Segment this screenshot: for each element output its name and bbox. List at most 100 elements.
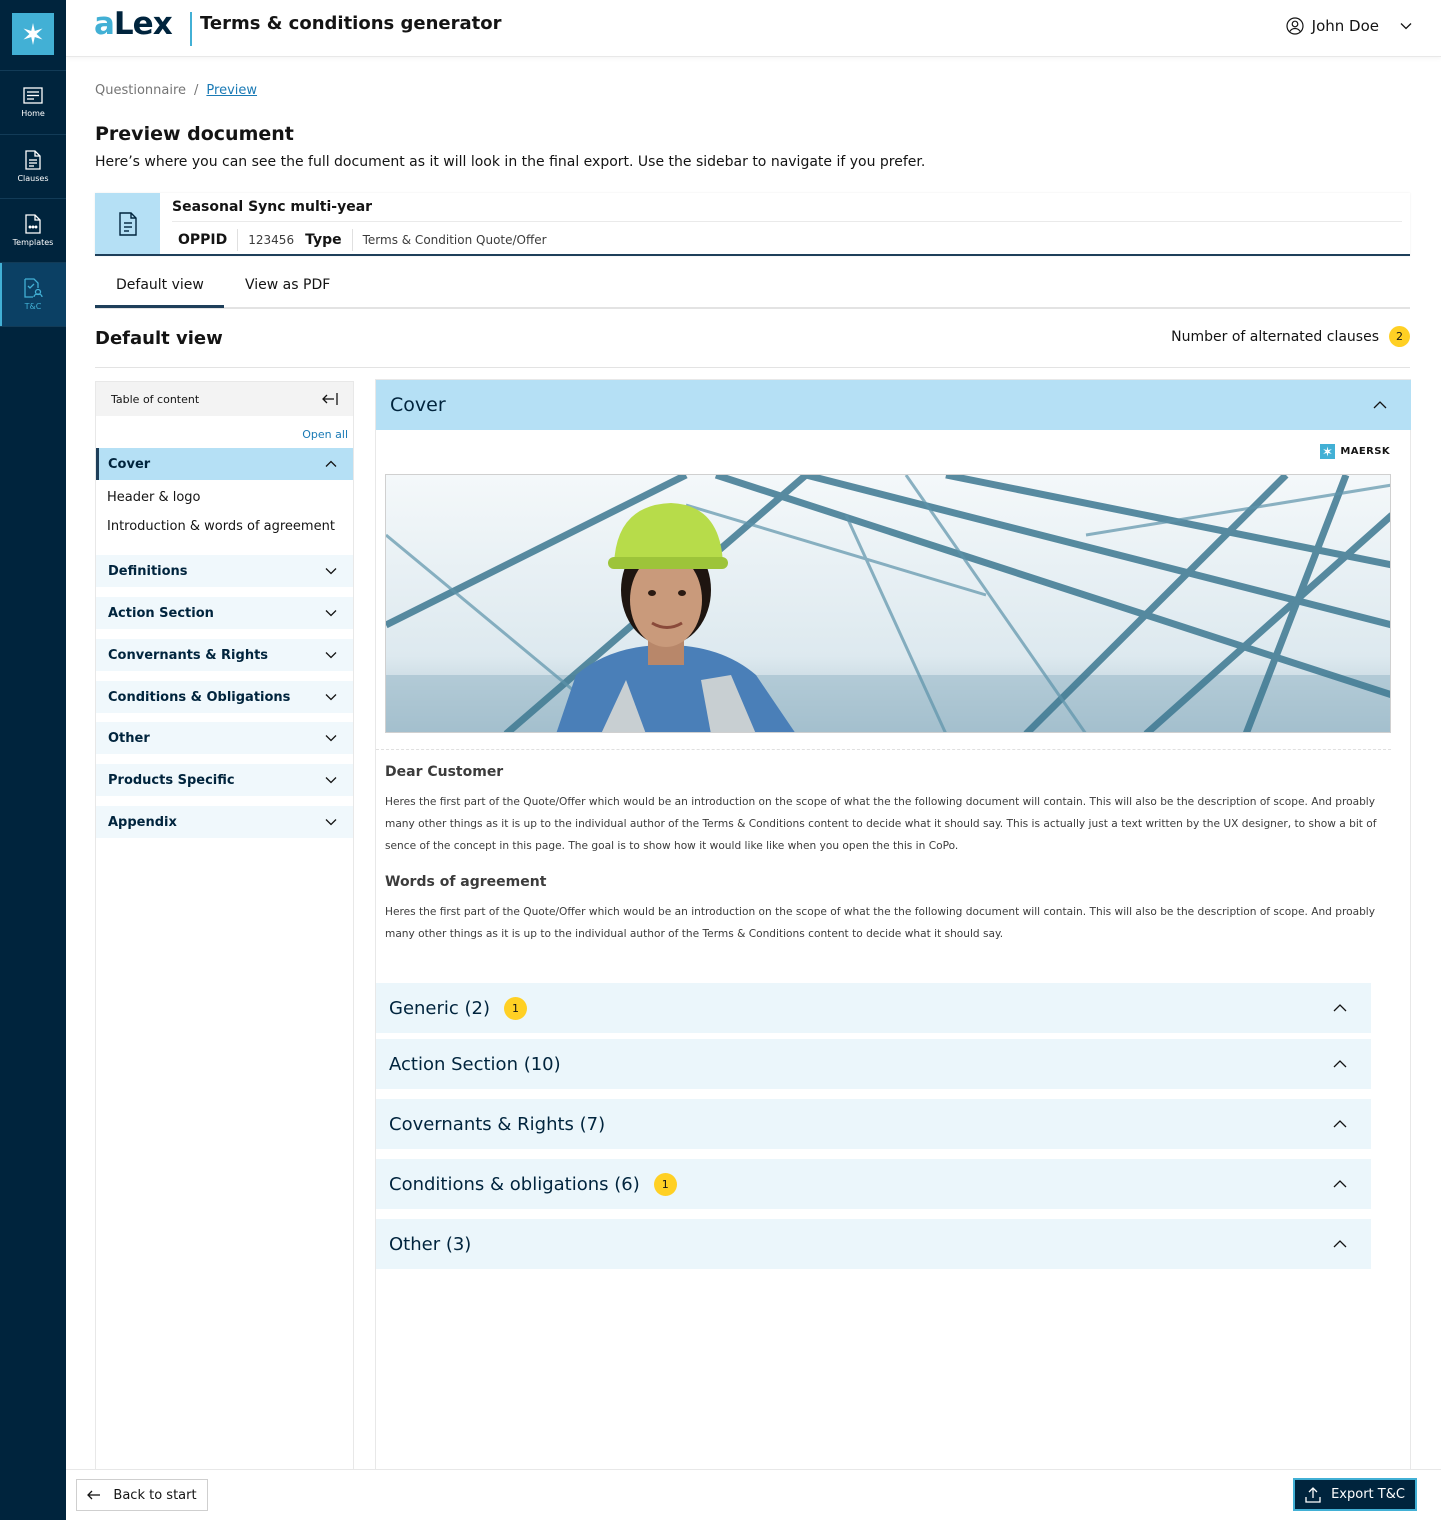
chevron-down-icon [325, 777, 337, 784]
dear-customer-heading: Dear Customer [385, 764, 504, 780]
dear-customer-text: Heres the first part of the Quote/Offer … [385, 796, 1377, 852]
app-logo[interactable] [12, 13, 54, 55]
user-name: John Doe [1311, 17, 1379, 35]
chevron-up-icon [1333, 1060, 1347, 1068]
collapse-sidebar-icon[interactable] [322, 392, 339, 406]
toc-item-label: Products Specific [108, 772, 235, 788]
section-title: Other (3) [389, 1233, 472, 1255]
chevron-down-icon [325, 610, 337, 617]
type-label: Type [305, 232, 342, 248]
toc-item-label: Conditions & Obligations [108, 689, 291, 705]
toc-item-cover[interactable]: Cover [96, 448, 353, 480]
nav-home-label: Home [21, 109, 45, 118]
breadcrumb: Questionnaire / Preview [95, 83, 257, 98]
chevron-up-icon [325, 460, 337, 467]
view-tabs: Default view View as PDF [95, 265, 1410, 309]
open-all-link[interactable]: Open all [302, 428, 348, 441]
tc-icon [24, 278, 43, 298]
document-icon-box [95, 193, 160, 254]
toc-item-label: Definitions [108, 563, 188, 579]
page-subtitle: Here’s where you can see the full docume… [95, 154, 926, 170]
cover-divider [376, 749, 1391, 750]
cover-section-header[interactable]: Cover [376, 380, 1411, 430]
back-to-start-label: Back to start [113, 1487, 197, 1503]
document-meta: OPPID 123456 Type Terms & Condition Quot… [178, 229, 547, 251]
cover-section-title: Cover [390, 394, 446, 416]
words-of-agreement-heading: Words of agreement [385, 874, 547, 890]
nav-templates[interactable]: Templates [0, 199, 66, 263]
table-of-content: Table of content Open all Cover Header &… [95, 381, 354, 1470]
toc-item-convernants-rights[interactable]: Convernants & Rights [96, 639, 353, 671]
chevron-up-icon [1333, 1180, 1347, 1188]
app-title: Terms & conditions generator [200, 13, 502, 34]
maersk-wordmark: MAERSK [1340, 446, 1390, 457]
toc-subitem-introduction[interactable]: Introduction & words of agreement [107, 519, 335, 534]
section-other[interactable]: Other (3) [376, 1219, 1371, 1269]
tab-default-view[interactable]: Default view [95, 277, 224, 308]
toc-item-conditions-obligations[interactable]: Conditions & Obligations [96, 681, 353, 713]
export-tc-button[interactable]: Export T&C [1293, 1478, 1417, 1511]
breadcrumb-questionnaire[interactable]: Questionnaire [95, 83, 186, 98]
alternated-clauses-counter: Number of alternated clauses 2 [1171, 326, 1410, 347]
star-logo-icon [23, 23, 43, 45]
chevron-down-icon [325, 568, 337, 575]
user-menu[interactable]: John Doe [1286, 17, 1413, 35]
nav-home[interactable]: Home [0, 71, 66, 135]
toc-item-label: Appendix [108, 814, 177, 830]
breadcrumb-preview[interactable]: Preview [206, 83, 257, 98]
section-title: Generic (2) [389, 997, 491, 1019]
section-covernants-rights[interactable]: Covernants & Rights (7) [376, 1099, 1371, 1149]
chevron-down-icon [1400, 23, 1412, 30]
clauses-icon [25, 150, 41, 170]
home-icon [23, 87, 43, 104]
section-generic[interactable]: Generic (2) 1 [376, 983, 1371, 1033]
templates-icon [25, 214, 41, 234]
toc-item-action-section[interactable]: Action Section [96, 597, 353, 629]
toc-item-products-specific[interactable]: Products Specific [96, 764, 353, 796]
brand-logo[interactable]: aLex [94, 6, 173, 42]
brand-divider [190, 12, 192, 46]
chevron-up-icon [1373, 401, 1387, 409]
section-action[interactable]: Action Section (10) [376, 1039, 1371, 1089]
export-tc-label: Export T&C [1331, 1487, 1405, 1502]
alternated-clauses-label: Number of alternated clauses [1171, 328, 1379, 345]
meta-divider [237, 229, 239, 251]
tab-view-as-pdf[interactable]: View as PDF [245, 277, 330, 293]
toc-title: Table of content [111, 392, 200, 406]
chevron-down-icon [325, 652, 337, 659]
oppid-value: 123456 [248, 233, 295, 247]
toc-subitem-header-logo[interactable]: Header & logo [107, 490, 201, 505]
oppid-label: OPPID [178, 232, 228, 248]
toc-item-label: Convernants & Rights [108, 647, 269, 663]
document-preview: Cover MAERSK Dear Customer Heres the fir… [375, 379, 1411, 1470]
action-footer: Back to start Export T&C [66, 1469, 1441, 1520]
meta-divider [351, 229, 353, 251]
toc-header: Table of content [96, 382, 353, 416]
alternated-clauses-badge: 2 [1389, 326, 1410, 347]
section-conditions-obligations[interactable]: Conditions & obligations (6) 1 [376, 1159, 1371, 1209]
back-to-start-button[interactable]: Back to start [76, 1479, 208, 1511]
nav-clauses[interactable]: Clauses [0, 135, 66, 199]
words-of-agreement-text: Heres the first part of the Quote/Offer … [385, 906, 1376, 940]
chevron-up-icon [1333, 1240, 1347, 1248]
default-view-title: Default view [95, 328, 223, 349]
user-avatar-icon [1286, 17, 1304, 35]
toc-item-definitions[interactable]: Definitions [96, 555, 353, 587]
chevron-down-icon [325, 694, 337, 701]
arrow-left-icon [87, 1490, 101, 1500]
type-value: Terms & Condition Quote/Offer [362, 233, 547, 247]
section-title: Conditions & obligations (6) [389, 1173, 640, 1195]
top-bar: aLex Terms & conditions generator John D… [66, 0, 1441, 57]
nav-tc[interactable]: T&C [0, 263, 66, 327]
toc-item-appendix[interactable]: Appendix [96, 806, 353, 838]
toc-item-label: Action Section [108, 605, 214, 621]
chevron-down-icon [325, 735, 337, 742]
brand-rest: Lex [113, 6, 173, 42]
section-alt-badge: 1 [653, 1172, 677, 1196]
toc-item-other[interactable]: Other [96, 722, 353, 754]
page-title: Preview document [95, 123, 294, 145]
side-rail: Home Clauses Templates T&C [0, 0, 66, 1520]
chevron-up-icon [1333, 1120, 1347, 1128]
maersk-logo: MAERSK [1320, 444, 1390, 459]
document-name: Seasonal Sync multi-year [172, 199, 373, 215]
